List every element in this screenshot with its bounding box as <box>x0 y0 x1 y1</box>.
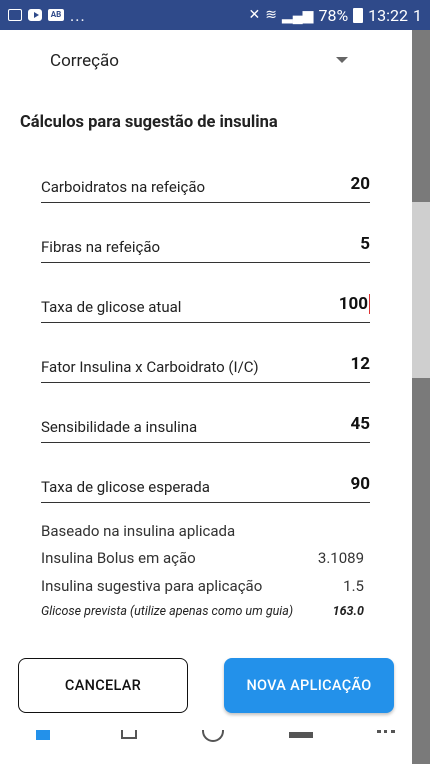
field-label: Fator Insulina x Carboidrato (I/C) <box>41 358 259 376</box>
image-icon <box>8 9 22 21</box>
background-app-edge <box>412 30 430 764</box>
sim-indicator: 1 <box>413 5 422 25</box>
dropdown-value: Correção <box>50 51 119 71</box>
predicted-row: Glicose prevista (utilize apenas como um… <box>41 604 364 619</box>
based-on-text: Baseado na insulina aplicada <box>41 522 236 540</box>
field-value[interactable]: 45 <box>350 414 370 434</box>
youtube-icon <box>28 9 42 21</box>
bottom-nav <box>0 730 412 764</box>
field-label: Taxa de glicose esperada <box>41 478 210 496</box>
section-title: Cálculos para sugestão de insulina <box>20 113 278 132</box>
notification-overflow: ... <box>70 5 86 25</box>
suggested-label: Insulina sugestiva para aplicação <box>41 577 263 595</box>
expected-glucose-field[interactable]: Taxa de glicose esperada 90 <box>41 469 370 503</box>
status-right: ✕ ≋ ▂▄▆ 78% 13:22 1 <box>249 6 422 25</box>
new-application-button[interactable]: NOVA APLICAÇÃO <box>224 658 394 713</box>
caret-down-icon <box>336 57 348 63</box>
bolus-row: Insulina Bolus em ação 3.1089 <box>41 549 364 567</box>
type-dropdown[interactable]: Correção <box>50 48 350 74</box>
current-glucose-field[interactable]: Taxa de glicose atual 100 <box>41 289 370 323</box>
book-icon[interactable] <box>289 732 313 738</box>
field-label: Sensibilidade a insulina <box>41 418 198 436</box>
home-icon[interactable] <box>36 730 50 740</box>
app-icon: AB <box>48 9 64 21</box>
predicted-value: 163.0 <box>332 604 364 619</box>
bolus-value: 3.1089 <box>317 549 364 567</box>
field-label: Fibras na refeição <box>41 238 161 256</box>
predicted-label: Glicose prevista (utilize apenas como um… <box>41 604 294 619</box>
fiber-field[interactable]: Fibras na refeição 5 <box>41 229 370 263</box>
battery-icon <box>353 7 364 23</box>
signal-icon: ▂▄▆ <box>282 7 314 24</box>
status-bar: AB ... ✕ ≋ ▂▄▆ 78% 13:22 1 <box>0 0 430 30</box>
bolus-label: Insulina Bolus em ação <box>41 549 196 567</box>
carbs-field[interactable]: Carboidratos na refeição 20 <box>41 169 370 203</box>
status-left: AB ... <box>8 6 86 25</box>
clock: 13:22 <box>368 5 408 25</box>
field-value[interactable]: 5 <box>360 234 370 254</box>
background-card-edge <box>412 202 430 378</box>
field-value[interactable]: 20 <box>350 174 370 194</box>
more-icon[interactable] <box>377 730 395 733</box>
field-label: Carboidratos na refeição <box>41 178 206 196</box>
add-icon[interactable] <box>202 730 224 742</box>
suggested-value: 1.5 <box>343 577 364 595</box>
field-label: Taxa de glicose atual <box>41 298 182 316</box>
field-value[interactable]: 12 <box>350 354 370 374</box>
battery-percent: 78% <box>318 5 349 25</box>
suggested-row: Insulina sugestiva para aplicação 1.5 <box>41 577 364 595</box>
field-value[interactable]: 90 <box>350 474 370 494</box>
wifi-icon: ≋ <box>265 7 277 23</box>
chart-icon[interactable] <box>121 730 137 739</box>
insulin-sensitivity-field[interactable]: Sensibilidade a insulina 45 <box>41 409 370 443</box>
ic-factor-field[interactable]: Fator Insulina x Carboidrato (I/C) 12 <box>41 349 370 383</box>
mute-icon: ✕ <box>248 7 261 23</box>
cancel-button[interactable]: CANCELAR <box>18 658 188 713</box>
field-value[interactable]: 100 <box>339 294 370 314</box>
insulin-calculation-dialog: Correção Cálculos para sugestão de insul… <box>0 30 412 730</box>
